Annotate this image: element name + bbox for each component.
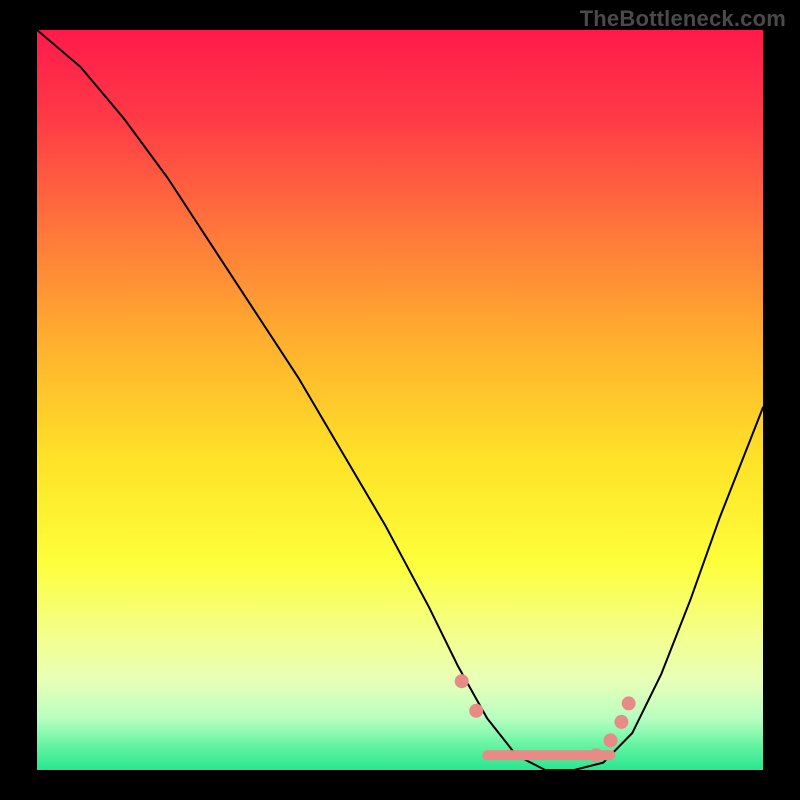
chart-container: TheBottleneck.com bbox=[0, 0, 800, 800]
optimal-range-dot bbox=[604, 733, 618, 747]
chart-svg bbox=[37, 30, 763, 770]
optimal-range-dot bbox=[469, 704, 483, 718]
optimal-range-dot bbox=[589, 748, 603, 762]
watermark-text: TheBottleneck.com bbox=[580, 6, 786, 32]
plot-area bbox=[37, 30, 763, 770]
optimal-range-dot bbox=[614, 715, 628, 729]
optimal-range-dot bbox=[455, 674, 469, 688]
optimal-range-dot bbox=[622, 696, 636, 710]
